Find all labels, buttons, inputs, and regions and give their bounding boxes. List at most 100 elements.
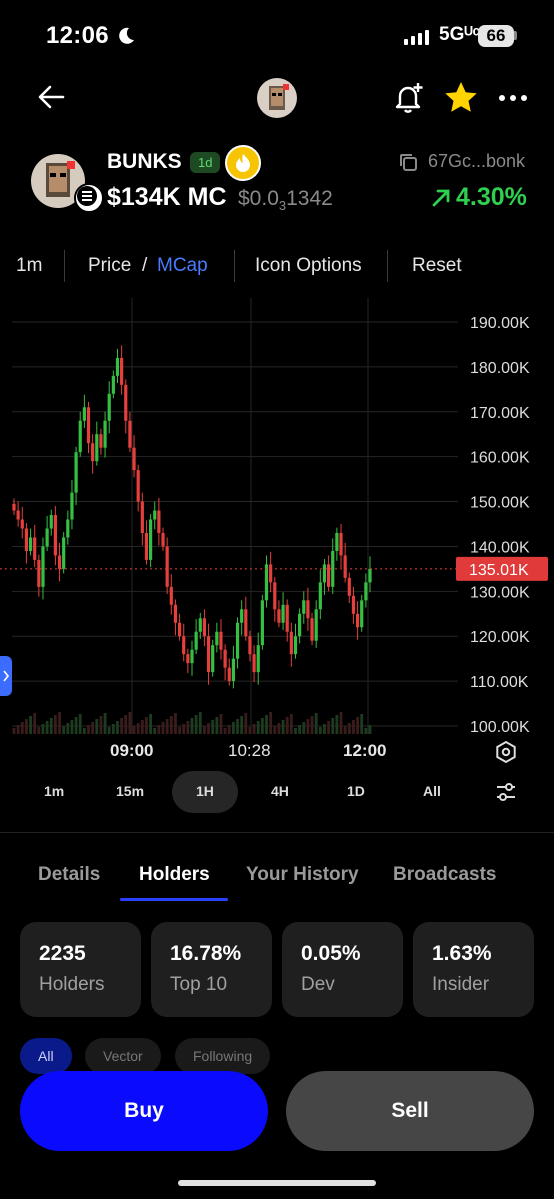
back-arrow-icon[interactable]	[36, 82, 66, 112]
volume-bar	[236, 719, 239, 734]
candle-body	[227, 667, 231, 682]
launchpad-icon	[225, 145, 261, 181]
volume-bar	[161, 722, 165, 734]
volume-bar	[165, 719, 169, 734]
status-time: 12:06	[46, 22, 109, 49]
active-tab-indicator	[120, 898, 228, 901]
interval-15m[interactable]: 15m	[116, 783, 144, 799]
price-chart[interactable]: 190.00K 180.00K 170.00K 160.00K 150.00K 140.0…	[0, 298, 554, 734]
candle-body	[20, 519, 24, 529]
interval-all[interactable]: All	[423, 783, 441, 799]
copy-icon[interactable]	[398, 152, 418, 172]
volume-bar	[203, 726, 206, 734]
candle-body	[194, 631, 198, 650]
candle-body	[335, 532, 339, 551]
tab-broadcasts[interactable]: Broadcasts	[393, 864, 497, 886]
candle-body	[289, 631, 293, 655]
signal-icon	[404, 30, 429, 45]
chart-settings-icon[interactable]	[494, 740, 518, 764]
volume-bar	[194, 715, 198, 734]
interval-1m[interactable]: 1m	[44, 783, 64, 799]
sliders-icon[interactable]	[495, 781, 517, 803]
volume-bar	[248, 727, 252, 734]
candle-body	[343, 555, 347, 578]
candle-body	[219, 631, 223, 650]
volume-bar	[231, 722, 235, 734]
volume-bar	[149, 714, 153, 734]
stat-label: Dev	[301, 974, 335, 995]
sell-button[interactable]: Sell	[286, 1071, 534, 1151]
stat-value: 2235	[39, 942, 86, 965]
token-avatar-small[interactable]	[257, 78, 297, 118]
y-tick-label: 180.00K	[470, 360, 530, 377]
volume-bar	[356, 717, 359, 734]
y-tick-label: 120.00K	[470, 629, 530, 646]
volume-bar	[190, 718, 194, 734]
volume-bar	[58, 712, 61, 734]
candle-body	[62, 537, 66, 569]
chart-side-tab[interactable]	[0, 656, 12, 696]
toolbar-slash: /	[142, 255, 148, 276]
volume-bar	[227, 725, 231, 734]
interval-1d[interactable]: 1D	[347, 783, 365, 799]
toolbar-price[interactable]: Price	[88, 255, 131, 277]
interval-4h[interactable]: 4H	[271, 783, 289, 799]
candle-body	[37, 559, 41, 587]
volume-bar	[49, 718, 53, 734]
filter-chip-following[interactable]: Following	[175, 1038, 271, 1074]
candle-body	[211, 645, 215, 673]
candle-body	[314, 609, 318, 641]
x-tick-label: 12:00	[343, 741, 387, 760]
candle-body	[120, 357, 124, 385]
chevron-right-icon	[3, 670, 10, 682]
solana-chain-icon	[74, 183, 104, 213]
candle-body	[252, 654, 256, 673]
volume-bar	[33, 713, 37, 734]
buy-button[interactable]: Buy	[20, 1071, 268, 1151]
candle-body	[140, 501, 144, 533]
volume-bar	[260, 718, 264, 734]
tab-your-history[interactable]: Your History	[246, 864, 359, 886]
bell-plus-icon[interactable]	[392, 80, 426, 114]
volume-bar	[269, 712, 273, 734]
more-options-icon[interactable]	[498, 92, 528, 104]
candle-body	[364, 582, 368, 601]
candle-body	[24, 528, 29, 551]
y-tick-label: 110.00K	[470, 674, 529, 691]
volume-bar	[310, 716, 314, 734]
volume-bar	[12, 728, 16, 734]
toolbar-mcap[interactable]: MCap	[157, 255, 208, 277]
candle-body	[302, 600, 306, 614]
volume-bar	[153, 728, 157, 734]
toolbar-interval[interactable]: 1m	[16, 255, 42, 277]
volume-bar	[140, 720, 144, 734]
candle-body	[103, 420, 107, 448]
toolbar-reset[interactable]: Reset	[412, 255, 462, 277]
volume-bar	[132, 726, 136, 734]
y-tick-label: 150.00K	[470, 495, 530, 512]
filter-chip-vector[interactable]: Vector	[85, 1038, 161, 1074]
tab-details[interactable]: Details	[38, 864, 100, 886]
volume-bar	[99, 716, 103, 734]
arrow-up-right-icon	[432, 189, 450, 206]
candle-body	[244, 609, 248, 637]
volume-bar	[78, 714, 82, 734]
tab-holders[interactable]: Holders	[139, 864, 210, 886]
token-address[interactable]: 67Gc...bonk	[428, 151, 525, 172]
volume-bar	[66, 723, 70, 734]
interval-1h[interactable]: 1H	[196, 783, 214, 799]
filter-chip-all[interactable]: All	[20, 1038, 72, 1074]
stat-value: 16.78%	[170, 942, 242, 965]
volume-bar	[223, 728, 227, 734]
volume-bar	[145, 717, 148, 734]
volume-bar	[103, 713, 107, 734]
volume-bar	[37, 727, 41, 734]
toolbar-icon-options[interactable]: Icon Options	[255, 255, 362, 277]
star-icon[interactable]	[443, 80, 479, 116]
candle-body	[318, 582, 322, 610]
volume-bar	[207, 723, 210, 734]
candle-body	[215, 631, 219, 646]
volume-bar	[302, 722, 306, 734]
candle-body	[165, 546, 169, 587]
candle-body	[281, 604, 285, 623]
